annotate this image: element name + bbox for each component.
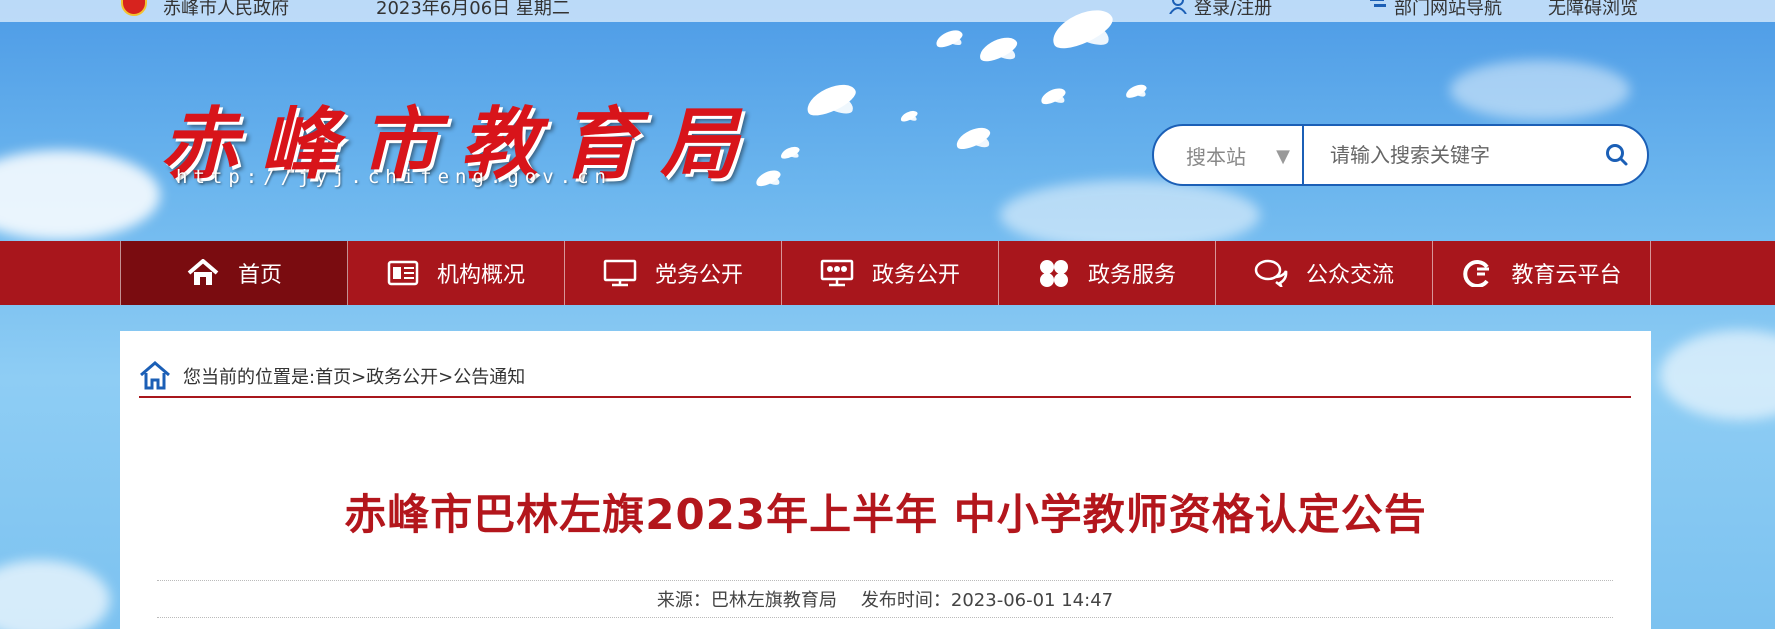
sitemap-icon	[1368, 0, 1388, 19]
article-source: 来源：巴林左旗教育局	[656, 590, 837, 611]
site-url: http://jyj.chifeng.gov.cn	[176, 166, 612, 188]
caret-down-icon: ▼	[1276, 146, 1290, 167]
nav-label: 首页	[237, 263, 282, 288]
breadcrumb-notices[interactable]: 公告通知	[453, 367, 525, 388]
nav-item-home[interactable]: 首页	[120, 241, 348, 305]
grid-icon	[1039, 260, 1068, 287]
cloud-decoration	[1450, 60, 1630, 120]
cloud-decoration	[1000, 180, 1260, 250]
article-publish-time: 发布时间：2023-06-01 14:47	[860, 590, 1114, 611]
search-input[interactable]	[1304, 126, 1587, 184]
main-nav: 首页 机构概况 党务公开 政务公开 政务服务 公众交流 教育云平台	[0, 241, 1775, 305]
nav-item-public-exchange[interactable]: 公众交流	[1216, 241, 1433, 305]
search-button[interactable]	[1587, 126, 1647, 184]
breadcrumb: 您当前的位置是:首页>政务公开>公告通知	[139, 356, 1631, 398]
monitor-icon	[603, 259, 637, 287]
breadcrumb-gov-affairs[interactable]: 政务公开	[366, 367, 438, 388]
cloud-decoration	[0, 150, 160, 240]
search-scope-label: 搜本站	[1186, 144, 1246, 169]
search-box: 搜本站 ▼	[1152, 124, 1649, 186]
cloud-decoration	[0, 560, 110, 629]
current-date: 2023年6月06日 星期二	[376, 0, 570, 19]
home-outline-icon	[140, 361, 170, 390]
nav-label: 政务服务	[1087, 263, 1176, 288]
national-emblem-icon	[121, 0, 147, 16]
article-meta: 来源：巴林左旗教育局 发布时间：2023-06-01 14:47	[157, 580, 1613, 618]
accessibility-link[interactable]: 无障碍浏览	[1548, 0, 1638, 20]
nav-item-edu-cloud[interactable]: 教育云平台	[1433, 241, 1651, 305]
article-title: 赤峰市巴林左旗2023年上半年 中小学教师资格认定公告	[344, 490, 1427, 539]
nav-label: 公众交流	[1305, 263, 1394, 288]
cloud-decoration	[1660, 330, 1775, 420]
people-board-icon	[820, 259, 854, 287]
breadcrumb-separator: >	[351, 367, 367, 388]
nav-item-gov-affairs[interactable]: 政务公开	[782, 241, 999, 305]
login-link[interactable]: 登录/注册	[1194, 0, 1272, 20]
top-bar: 赤峰市人民政府 2023年6月06日 星期二 登录/注册 部门网站导航 无障碍浏…	[0, 0, 1775, 22]
nav-item-org[interactable]: 机构概况	[348, 241, 565, 305]
nav-label: 机构概况	[436, 263, 525, 288]
search-scope-select[interactable]: 搜本站 ▼	[1154, 126, 1304, 184]
nav-label: 教育云平台	[1511, 263, 1622, 288]
home-icon	[187, 259, 219, 285]
org-icon	[387, 260, 419, 286]
user-icon[interactable]	[1168, 0, 1188, 19]
breadcrumb-separator: >	[438, 367, 454, 388]
content-panel: 您当前的位置是:首页>政务公开>公告通知 赤峰市巴林左旗2023年上半年 中小学…	[120, 331, 1651, 629]
breadcrumb-prefix: 您当前的位置是:	[183, 367, 316, 388]
dept-nav-link[interactable]: 部门网站导航	[1394, 0, 1502, 20]
nav-label: 政务公开	[871, 263, 960, 288]
breadcrumb-home[interactable]: 首页	[315, 367, 351, 388]
gov-link[interactable]: 赤峰市人民政府	[163, 0, 289, 20]
cloud-icon	[1463, 260, 1490, 287]
nav-item-party[interactable]: 党务公开	[565, 241, 782, 305]
chat-icon	[1254, 259, 1288, 287]
nav-item-gov-service[interactable]: 政务服务	[999, 241, 1216, 305]
search-icon	[1606, 144, 1628, 166]
nav-label: 党务公开	[654, 263, 743, 288]
